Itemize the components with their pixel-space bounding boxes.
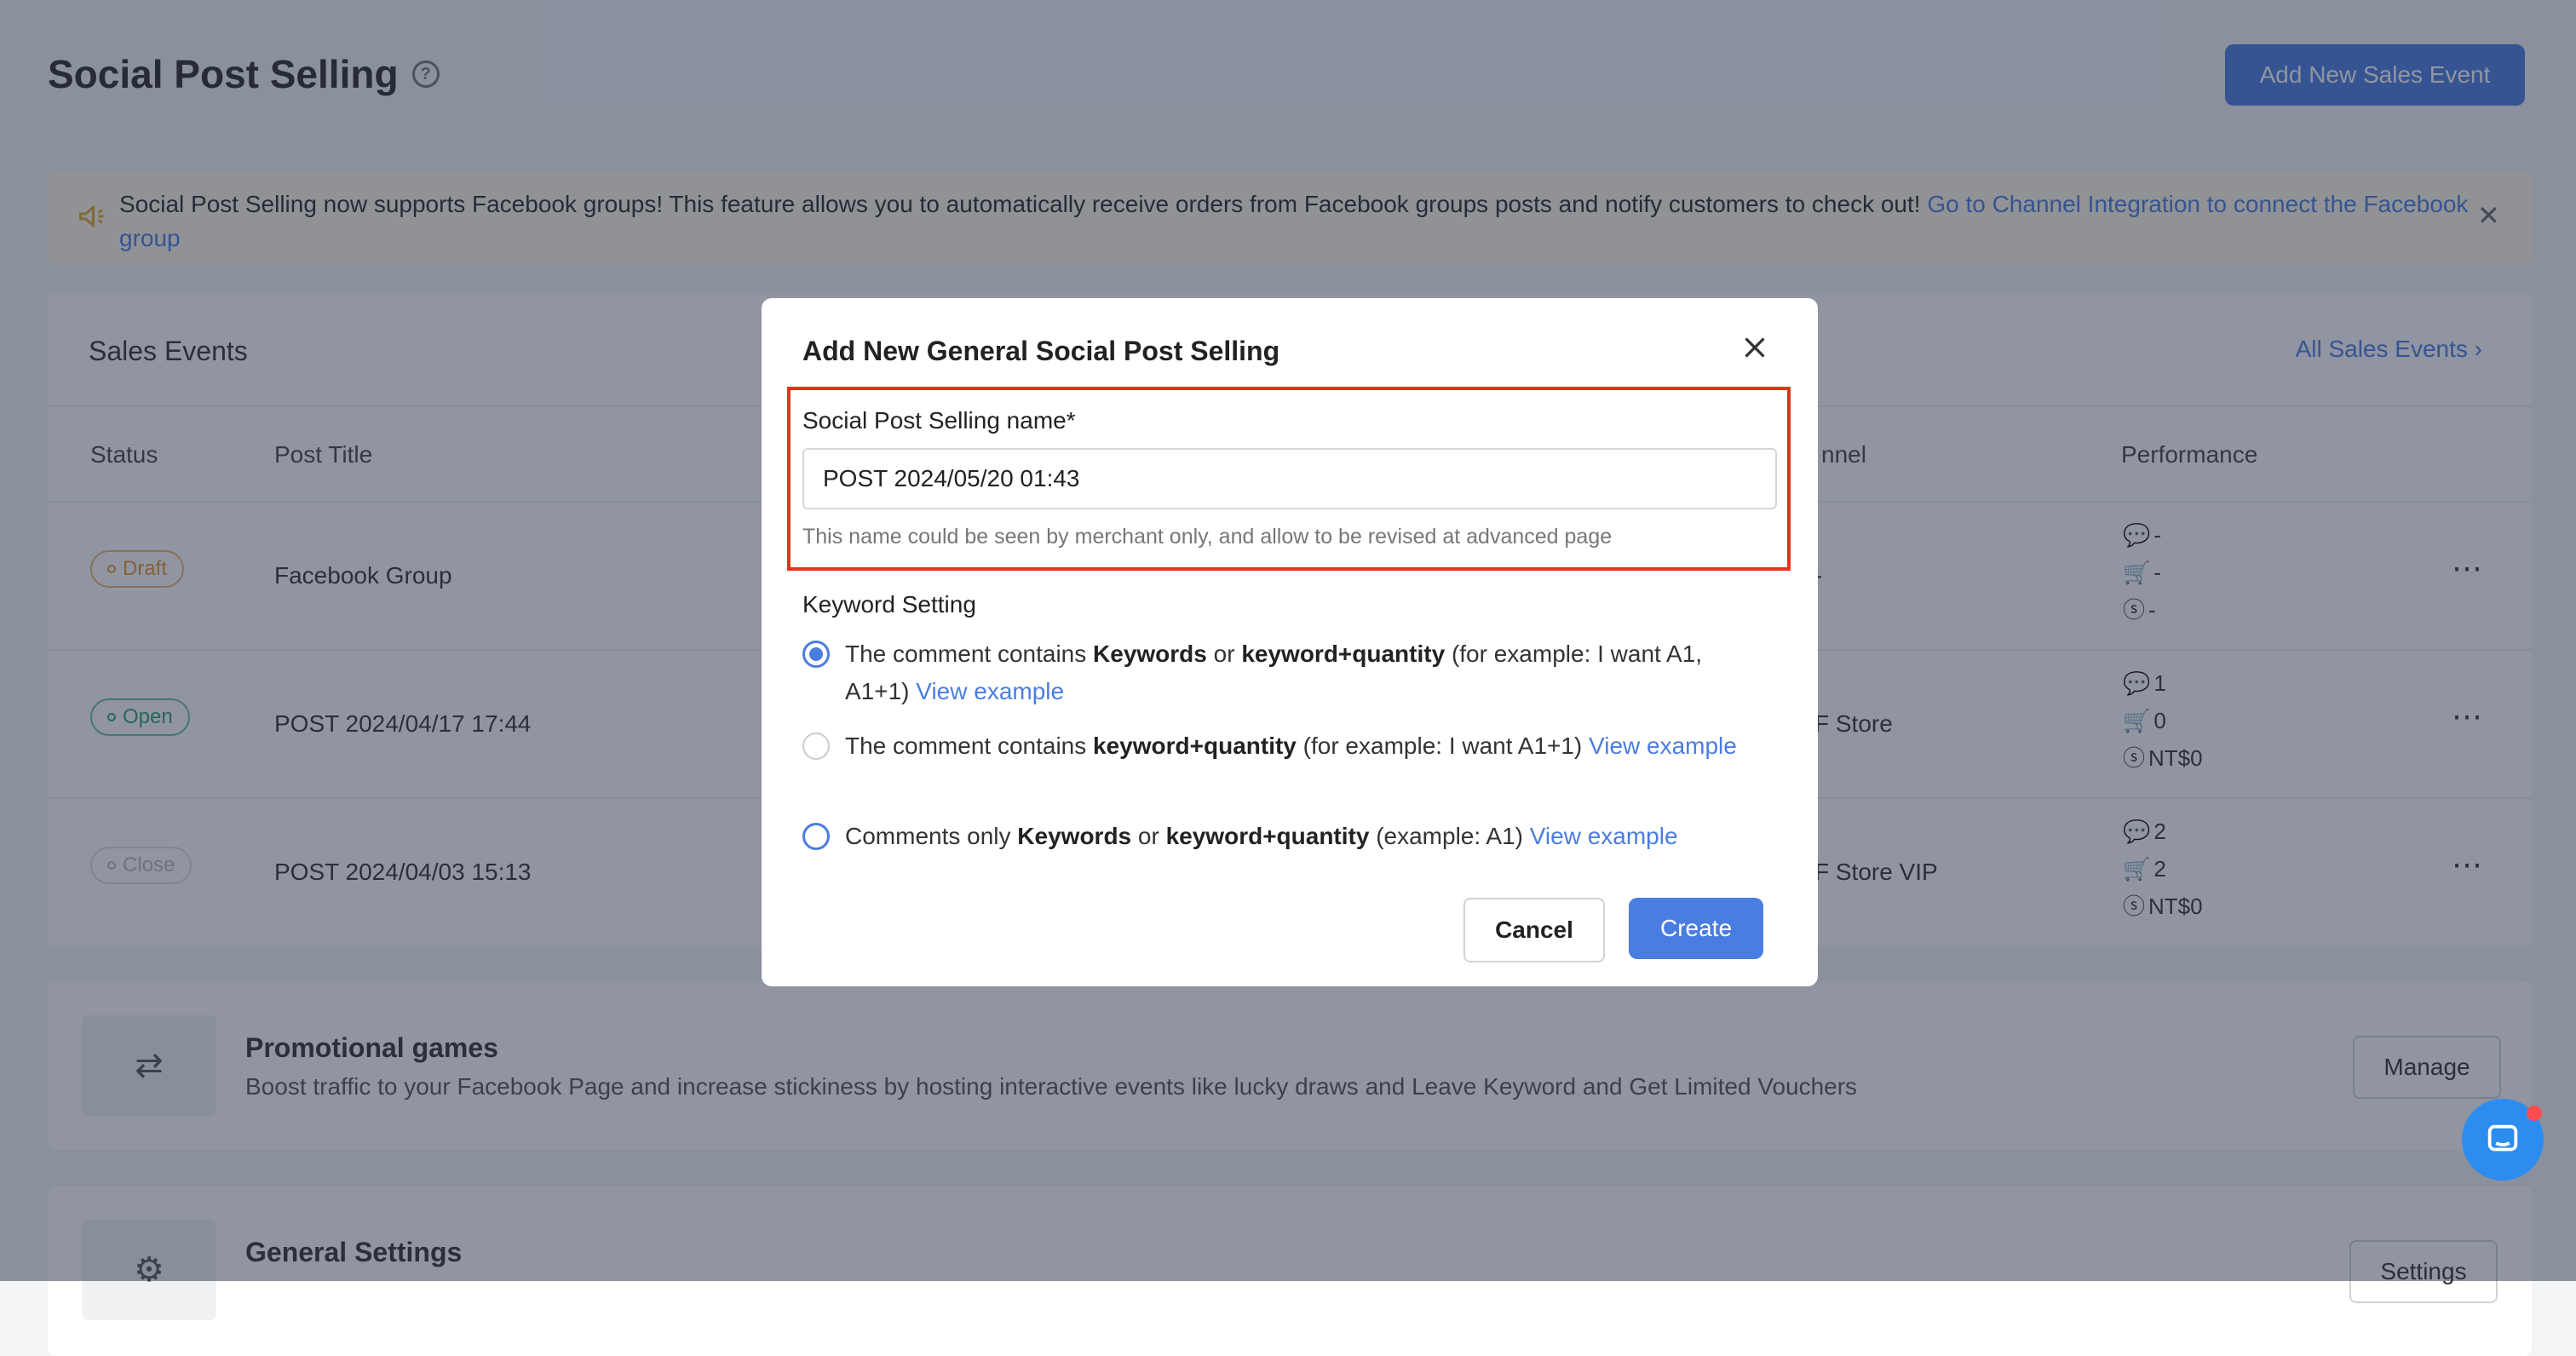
radio-button[interactable] [802,641,830,668]
close-icon[interactable] [1739,332,1770,371]
notification-dot [2527,1106,2542,1121]
keyword-option-1[interactable]: The comment contains Keywords or keyword… [802,635,1765,710]
dialog-title: Add New General Social Post Selling [802,336,1280,366]
option-text: The comment contains Keywords or keyword… [845,641,1703,704]
view-example-link[interactable]: View example [1530,823,1678,849]
keyword-option-3[interactable]: Comments only Keywords or keyword+quanti… [802,818,1765,855]
name-field-label: Social Post Selling name* [802,407,1076,434]
add-social-post-selling-dialog: Add New General Social Post Selling Soci… [762,298,1818,986]
option-text: The comment contains keyword+quantity (f… [845,733,1737,759]
radio-button[interactable] [802,733,830,760]
view-example-link[interactable]: View example [916,678,1064,704]
radio-button[interactable] [802,823,830,850]
option-text: Comments only Keywords or keyword+quanti… [845,823,1678,849]
name-field-hint: This name could be seen by merchant only… [802,525,1613,549]
social-post-selling-name-input[interactable] [802,448,1777,509]
keyword-setting-label: Keyword Setting [802,591,976,618]
create-button[interactable]: Create [1629,898,1763,959]
keyword-option-2[interactable]: The comment contains keyword+quantity (f… [802,727,1765,765]
cancel-button[interactable]: Cancel [1463,898,1605,962]
view-example-link[interactable]: View example [1589,733,1737,759]
